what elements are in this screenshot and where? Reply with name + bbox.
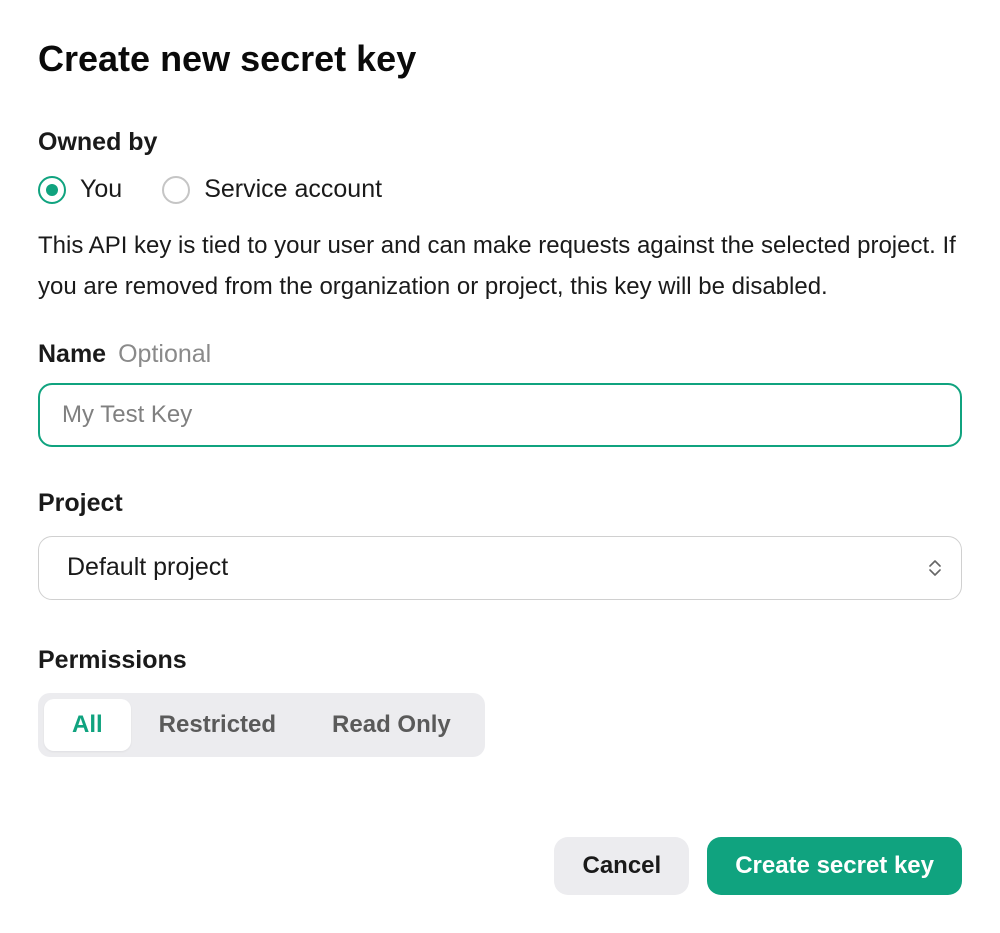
permissions-segmented: All Restricted Read Only: [38, 693, 485, 757]
project-label: Project: [38, 489, 962, 518]
page-title: Create new secret key: [38, 38, 962, 80]
action-buttons: Cancel Create secret key: [38, 837, 962, 895]
owned-by-description: This API key is tied to your user and ca…: [38, 226, 962, 308]
owned-by-you-radio[interactable]: You: [38, 175, 122, 204]
project-selected-value: Default project: [67, 553, 228, 582]
permissions-all-tab[interactable]: All: [44, 699, 131, 751]
owned-by-radio-group: You Service account: [38, 175, 962, 204]
owned-by-service-account-radio[interactable]: Service account: [162, 175, 382, 204]
permissions-readonly-tab[interactable]: Read Only: [304, 699, 479, 751]
permissions-restricted-tab[interactable]: Restricted: [131, 699, 304, 751]
name-input[interactable]: [38, 383, 962, 447]
name-optional-hint: Optional: [118, 340, 211, 369]
cancel-button[interactable]: Cancel: [554, 837, 689, 895]
name-label: Name: [38, 340, 106, 369]
owned-by-label: Owned by: [38, 128, 962, 157]
radio-label: Service account: [204, 175, 382, 204]
radio-icon: [38, 176, 66, 204]
select-updown-icon: [929, 560, 941, 576]
radio-icon: [162, 176, 190, 204]
create-secret-key-button[interactable]: Create secret key: [707, 837, 962, 895]
permissions-label: Permissions: [38, 646, 962, 675]
project-select[interactable]: Default project: [38, 536, 962, 600]
radio-label: You: [80, 175, 122, 204]
